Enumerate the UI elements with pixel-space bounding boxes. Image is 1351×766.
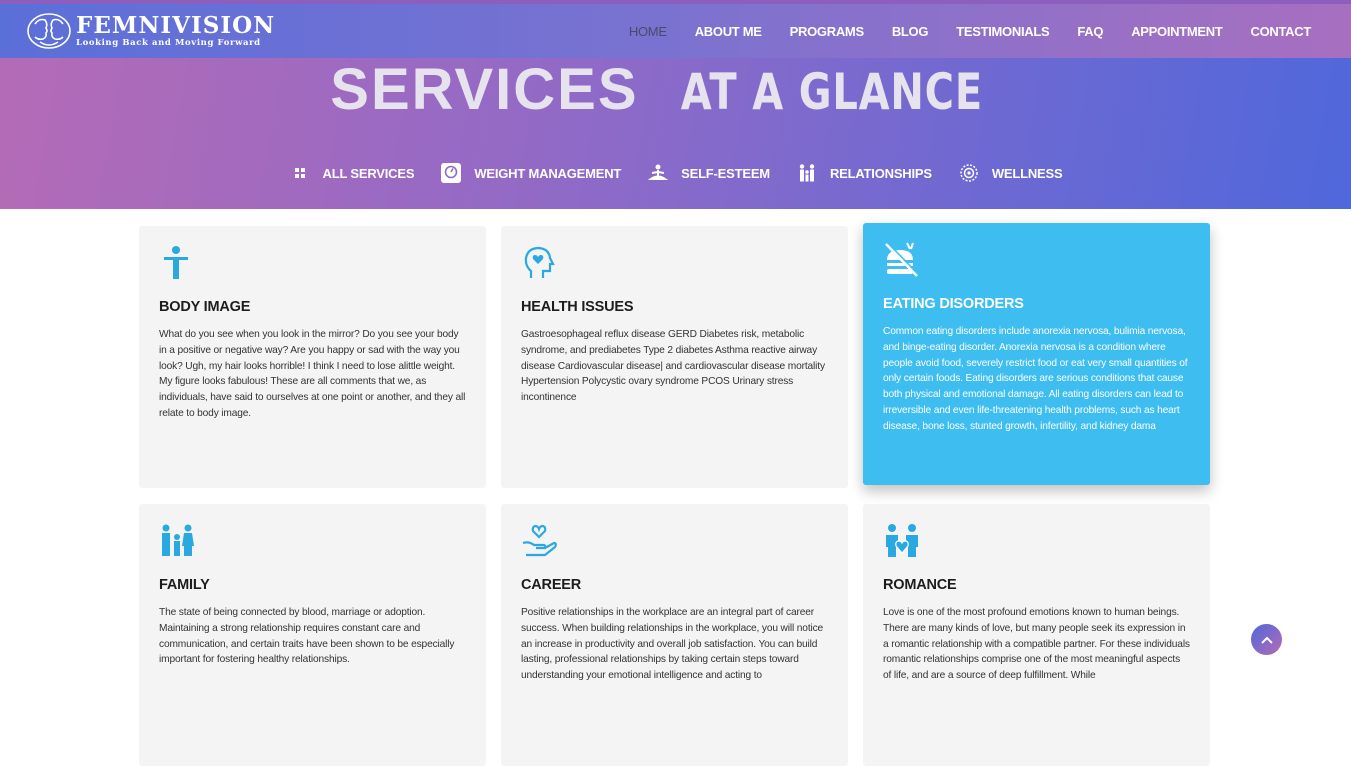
nav-blog[interactable]: BLOG [892, 24, 929, 39]
service-card-career[interactable]: CAREER Positive relationships in the wor… [501, 504, 848, 766]
page-title-bold: SERVICES [330, 57, 639, 122]
wellness-icon [958, 162, 980, 184]
grid-icon [289, 162, 311, 184]
card-title: CAREER [521, 577, 582, 593]
filter-all-services[interactable]: ALL SERVICES [289, 162, 415, 184]
nav-contact[interactable]: CONTACT [1251, 24, 1312, 39]
card-text: Gastroesophageal reflux disease GERD Dia… [521, 329, 825, 404]
filter-label: RELATIONSHIPS [829, 165, 932, 181]
card-title: HEALTH ISSUES [521, 299, 634, 315]
filter-label: WELLNESS [991, 165, 1063, 181]
nav-home[interactable]: HOME [629, 24, 667, 39]
card-title: EATING DISORDERS [883, 296, 1024, 312]
brand-tagline: Looking Back and Moving Forward [76, 38, 261, 48]
filter-label: ALL SERVICES [322, 165, 415, 181]
top-navbar: FEMNIVISION Looking Back and Moving Forw… [0, 0, 1351, 58]
person-icon [164, 246, 188, 279]
chevron-up-icon [1260, 636, 1273, 644]
no-food-icon [885, 242, 920, 277]
card-title: ROMANCE [883, 577, 957, 593]
filter-label: SELF-ESTEEM [681, 165, 770, 181]
service-card-family[interactable]: FAMILY The state of being connected by b… [139, 504, 486, 766]
couple-icon [886, 524, 918, 557]
card-text: Positive relationships in the workplace … [521, 607, 824, 682]
faces-logo-icon [27, 13, 71, 49]
page-title: SERVICES AT A GLANCE [0, 56, 1351, 123]
brand-logo[interactable]: FEMNIVISION Looking Back and Moving Forw… [26, 12, 275, 50]
nav-programs[interactable]: PROGRAMS [790, 24, 864, 39]
service-filters: ALL SERVICES WEIGHT MANAGEMENT SELF-ESTE… [0, 162, 1351, 184]
head-heart-icon [524, 246, 555, 278]
service-card-eating-disorders[interactable]: EATING DISORDERS Common eating disorders… [863, 223, 1210, 485]
card-text: What do you see when you look in the mir… [159, 329, 466, 419]
filter-relationships[interactable]: RELATIONSHIPS [796, 162, 932, 184]
page-title-rest: AT A GLANCE [680, 63, 983, 121]
service-card-health-issues[interactable]: HEALTH ISSUES Gastroesophageal reflux di… [501, 226, 848, 488]
card-title: FAMILY [159, 577, 210, 593]
family-icon [796, 162, 818, 184]
meditation-icon [647, 162, 669, 184]
scroll-to-top-button[interactable] [1251, 624, 1282, 655]
nav-faq[interactable]: FAQ [1077, 24, 1103, 39]
nav-appointment[interactable]: APPOINTMENT [1131, 24, 1223, 39]
scale-icon [440, 162, 462, 184]
card-text: Love is one of the most profound emotion… [883, 607, 1190, 682]
hand-heart-icon [522, 524, 557, 557]
filter-self-esteem[interactable]: SELF-ESTEEM [647, 162, 770, 184]
service-card-body-image[interactable]: BODY IMAGE What do you see when you look… [139, 226, 486, 488]
brand-name: FEMNIVISION [76, 12, 276, 39]
nav-testimonials[interactable]: TESTIMONIALS [956, 24, 1049, 39]
family-icon [162, 524, 194, 556]
card-text: The state of being connected by blood, m… [159, 607, 455, 666]
service-card-romance[interactable]: ROMANCE Love is one of the most profound… [863, 504, 1210, 766]
main-nav: HOME ABOUT ME PROGRAMS BLOG TESTIMONIALS… [601, 24, 1311, 39]
card-title: BODY IMAGE [159, 299, 251, 315]
filter-wellness[interactable]: WELLNESS [958, 162, 1063, 184]
filter-weight-management[interactable]: WEIGHT MANAGEMENT [440, 162, 621, 184]
filter-label: WEIGHT MANAGEMENT [474, 165, 622, 181]
card-text: Common eating disorders include anorexia… [883, 326, 1188, 432]
nav-about-me[interactable]: ABOUT ME [695, 24, 762, 39]
